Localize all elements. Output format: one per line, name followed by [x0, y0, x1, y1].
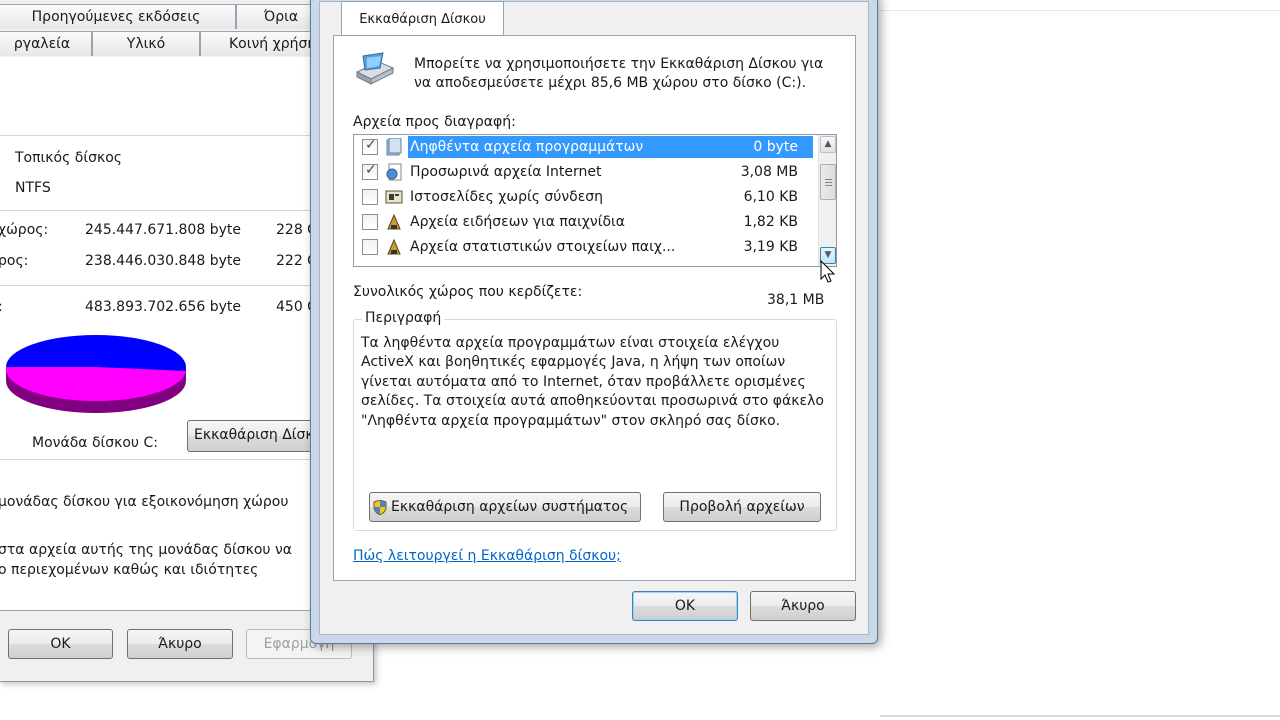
index-drive-text[interactable]: στα αρχεία αυτής της μονάδας δίσκου να: [0, 542, 292, 558]
intro-text-line1: Μπορείτε να χρησιμοποιήσετε την Εκκαθάρι…: [414, 56, 824, 72]
capacity-bytes: 483.893.702.656 byte: [85, 299, 241, 315]
offline-pages-icon: [385, 190, 403, 204]
separator: [0, 285, 310, 286]
properties-cancel-button[interactable]: Άκυρο: [127, 629, 233, 659]
compress-drive-text[interactable]: μονάδας δίσκου για εξοικονόμηση χώρου: [0, 494, 288, 510]
used-space-label: χώρος:: [0, 222, 49, 238]
mouse-pointer-icon: [820, 260, 836, 283]
capacity-label: :: [0, 299, 3, 315]
checkbox[interactable]: [362, 189, 378, 205]
file-category-size: 3,08 MB: [740, 164, 798, 180]
files-to-delete-label: Αρχεία προς διαγραφή:: [353, 114, 516, 130]
shield-icon: [373, 500, 387, 515]
cleanup-ok-button[interactable]: OK: [632, 591, 738, 621]
disk-cleanup-panel: Μπορείτε να χρησιμοποιήσετε την Εκκαθάρι…: [333, 35, 856, 581]
free-space-label: ρος:: [0, 253, 29, 269]
tab-tools[interactable]: ργαλεία: [0, 31, 92, 56]
description-text: Τα ληφθέντα αρχεία προγραμμάτων είναι στ…: [361, 335, 824, 429]
disk-cleanup-icon: [355, 52, 395, 85]
file-category-label: Αρχεία ειδήσεων για παιχνίδια: [410, 214, 625, 230]
folder-icon: [386, 138, 402, 156]
description-title: Περιγραφή: [362, 310, 445, 326]
game-news-icon: [387, 213, 401, 230]
checkbox[interactable]: ✓: [362, 137, 378, 155]
list-item[interactable]: Αρχεία στατιστικών στοιχείων παιχ... 3,1…: [354, 235, 818, 260]
desktop-background: [880, 0, 1280, 720]
view-files-button[interactable]: Προβολή αρχείων: [663, 492, 821, 522]
scroll-thumb[interactable]: [820, 164, 836, 200]
total-gain-label: Συνολικός χώρος που κερδίζετε:: [353, 284, 583, 300]
background-line: [880, 10, 1280, 11]
properties-ok-button[interactable]: OK: [8, 629, 113, 659]
checkbox[interactable]: ✓: [362, 162, 378, 180]
cleanup-cancel-button[interactable]: Άκυρο: [750, 591, 856, 621]
file-category-size: 6,10 KB: [743, 189, 798, 205]
game-stats-icon: [387, 238, 401, 255]
list-item[interactable]: ✓ Προσωρινά αρχεία Internet 3,08 MB: [354, 160, 818, 185]
files-to-delete-list[interactable]: ✓ Ληφθέντα αρχεία προγραμμάτων 0 byte ✓ …: [353, 134, 837, 267]
total-gain-value: 38,1 MB: [767, 292, 825, 308]
taskbar-edge: [880, 715, 1280, 717]
how-disk-cleanup-works-link[interactable]: Πώς λειτουργεί η Εκκαθάριση δίσκου;: [353, 548, 621, 564]
file-category-label: Αρχεία στατιστικών στοιχείων παιχ...: [410, 239, 676, 255]
free-space-bytes: 238.446.030.848 byte: [85, 253, 241, 269]
cleanup-system-files-label: Εκκαθάριση αρχείων συστήματος: [391, 499, 629, 515]
list-item[interactable]: Ιστοσελίδες χωρίς σύνδεση 6,10 KB: [354, 185, 818, 210]
disk-cleanup-window: Εκκαθάριση Δίσκου Μπορείτε να χρησιμοποι…: [310, 0, 878, 644]
check-mark-icon: ✓: [365, 137, 377, 153]
file-category-label: Προσωρινά αρχεία Internet: [410, 164, 602, 180]
disk-usage-pie-chart: [5, 335, 186, 413]
tab-hardware[interactable]: Υλικό: [92, 31, 200, 56]
index-drive-text-cont: ο περιεχομένων καθώς και ιδιότητες: [0, 562, 259, 578]
general-tab-panel: Τοπικός δίσκος NTFS χώρος: 245.447.671.8…: [0, 57, 327, 611]
description-group: Περιγραφή Τα ληφθέντα αρχεία προγραμμάτω…: [353, 310, 837, 531]
disk-cleanup-button[interactable]: Εκκαθάριση Δίσκου: [187, 420, 327, 452]
file-category-size: 1,82 KB: [743, 214, 798, 230]
filesystem-value: NTFS: [15, 180, 51, 196]
file-category-label: Ληφθέντα αρχεία προγραμμάτων: [410, 139, 644, 155]
separator: [0, 459, 310, 460]
list-item[interactable]: Αρχεία ειδήσεων για παιχνίδια 1,82 KB: [354, 210, 818, 235]
scroll-up-arrow-icon[interactable]: ▲: [820, 136, 836, 153]
checkbox[interactable]: [362, 239, 378, 255]
tab-disk-cleanup[interactable]: Εκκαθάριση Δίσκου: [341, 1, 504, 36]
internet-file-icon: [386, 163, 402, 181]
used-space-bytes: 245.447.671.808 byte: [85, 222, 241, 238]
file-category-label: Ιστοσελίδες χωρίς σύνδεση: [410, 189, 604, 205]
checkbox[interactable]: [362, 214, 378, 230]
disk-cleanup-client-area: Εκκαθάριση Δίσκου Μπορείτε να χρησιμοποι…: [319, 1, 869, 635]
check-mark-icon: ✓: [365, 162, 377, 178]
intro-text-line2: να αποδεσμεύσετε μέχρι 85,6 MB χώρου στο…: [414, 75, 807, 91]
file-category-size: 3,19 KB: [743, 239, 798, 255]
separator: [0, 210, 310, 211]
separator: [0, 135, 310, 136]
file-category-size: 0 byte: [753, 139, 798, 155]
tab-previous-versions[interactable]: Προηγούμενες εκδόσεις: [0, 4, 236, 29]
list-item[interactable]: ✓ Ληφθέντα αρχεία προγραμμάτων 0 byte: [354, 135, 818, 160]
drive-type-value: Τοπικός δίσκος: [15, 150, 122, 166]
drive-label: Μονάδα δίσκου C:: [32, 435, 158, 451]
list-scrollbar[interactable]: ▲ ▼: [818, 135, 836, 266]
cleanup-system-files-button[interactable]: Εκκαθάριση αρχείων συστήματος: [369, 492, 641, 522]
